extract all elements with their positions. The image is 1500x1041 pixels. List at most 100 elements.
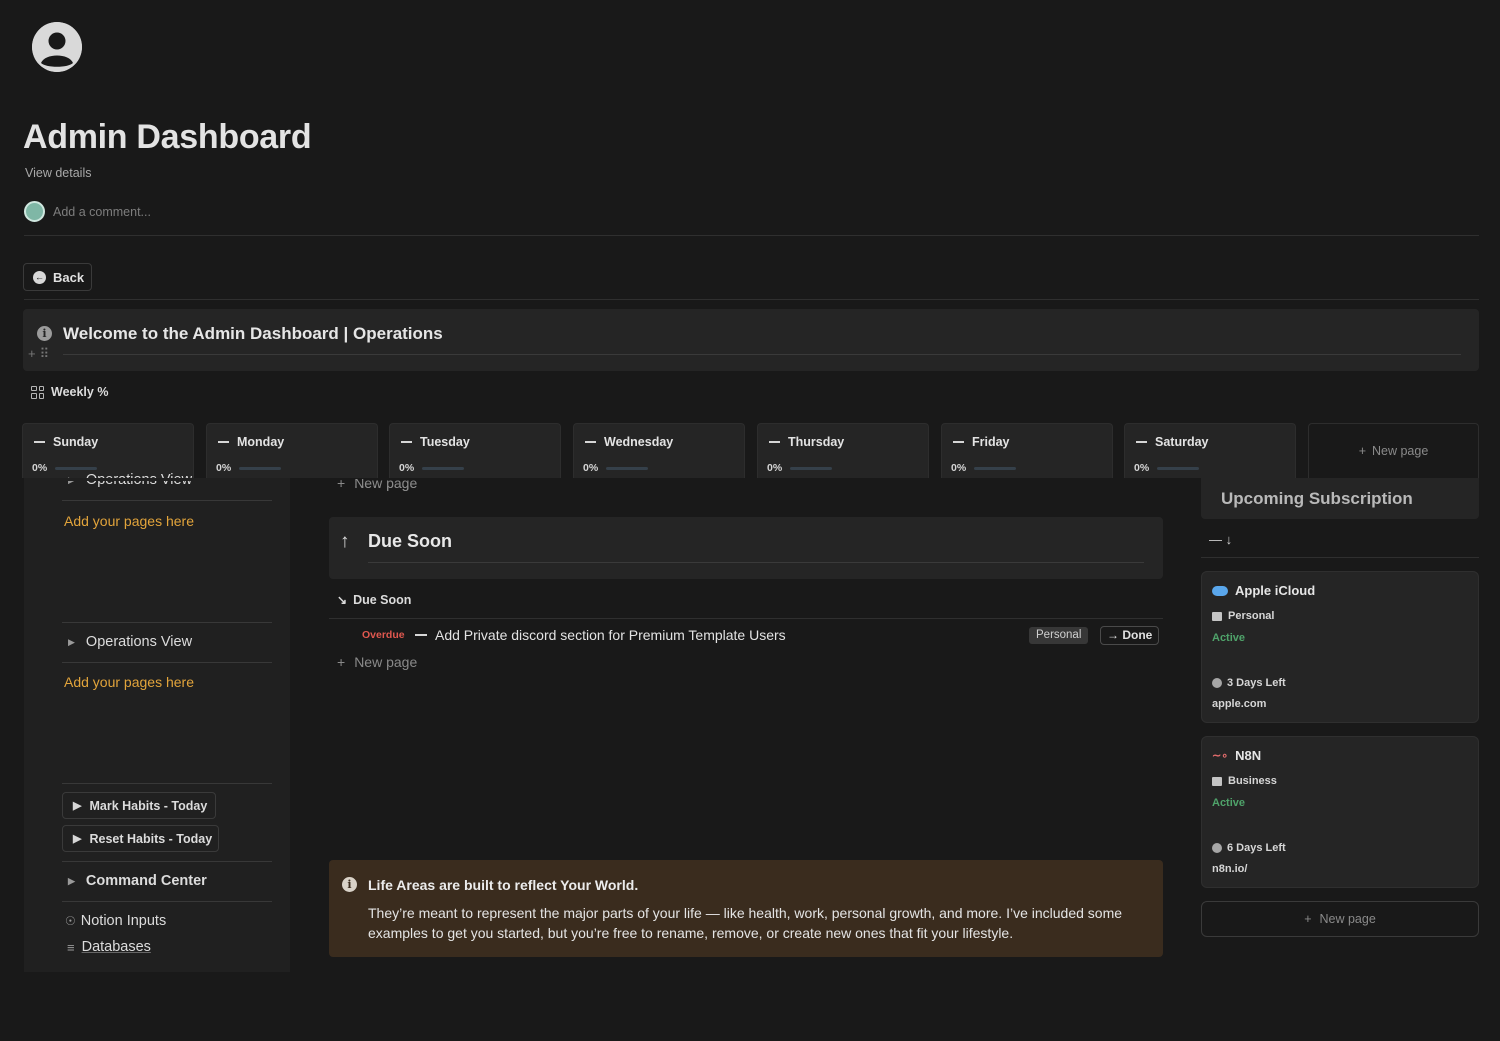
weekly-new-page-button[interactable]: + New page [1308,423,1479,478]
new-page-row-bottom[interactable]: + New page [337,654,417,670]
days-left: 6 Days Left [1227,842,1286,854]
notion-inputs-label: Notion Inputs [80,913,167,929]
day-name: Monday [237,435,285,449]
notion-inputs-link[interactable]: ☉ Notion Inputs [65,913,166,929]
weekly-view-tab[interactable]: Weekly % [31,385,108,399]
day-name: Saturday [1155,435,1209,449]
subscription-name: Apple iCloud [1235,583,1316,598]
toggle-command-center[interactable]: ▶ Command Center [68,873,207,889]
databases-label: Databases [81,939,151,955]
task-row[interactable]: Overdue Add Private discord section for … [329,624,1163,648]
dash-icon [585,441,596,443]
briefcase-icon [1212,611,1222,621]
databases-link[interactable]: ≡ Databases [67,939,151,955]
dash-icon [953,441,964,443]
day-card-saturday[interactable]: Saturday 0% [1124,423,1296,478]
day-percent: 0% [583,462,599,474]
overdue-badge: Overdue [362,629,405,641]
weekly-view-label: Weekly % [51,385,109,399]
add-pages-link-2[interactable]: Add your pages here [64,674,194,690]
back-button[interactable]: ← Back [23,263,92,291]
subscription-type: Personal [1228,610,1275,622]
day-name: Wednesday [604,435,674,449]
subscription-new-page-button[interactable]: + New page [1201,901,1479,937]
progress-bar [790,466,833,470]
arrow-up-icon: ↑ [340,531,350,552]
page-icon-avatar[interactable] [32,22,82,72]
life-areas-title: Life Areas are built to reflect Your Wor… [368,877,639,893]
day-name: Tuesday [420,435,470,449]
day-name: Sunday [53,435,99,449]
cloud-icon [1212,585,1228,596]
life-areas-body: They’re meant to represent the major par… [368,905,1123,941]
day-name: Thursday [788,435,845,449]
arrow-left-circle-icon: ← [33,270,46,284]
dash-icon [34,441,45,443]
info-icon: i [342,877,357,892]
day-percent: 0% [1134,462,1150,474]
play-icon: ▶ [73,833,82,845]
divider [62,500,272,501]
triangle-right-icon: ▶ [68,636,75,647]
block-drag-handle-icon[interactable]: +⠿ [28,346,53,362]
progress-bar [606,466,649,470]
dash-icon [1136,441,1147,443]
callout-divider [63,354,1461,355]
day-card-tuesday[interactable]: Tuesday 0% [389,423,561,478]
toggle-operations-view-2[interactable]: ▶ Operations View [68,634,192,650]
add-pages-link-1[interactable]: Add your pages here [64,513,194,529]
subscription-url[interactable]: apple.com [1212,698,1266,710]
view-details-link[interactable]: View details [25,166,91,180]
day-percent: 0% [951,462,967,474]
subscription-name: N8N [1235,748,1262,763]
user-avatar [24,201,45,222]
n8n-icon: ∼∘ [1212,750,1229,762]
divider [1201,557,1479,558]
due-soon-view-tab[interactable]: ↘ Due Soon [337,593,411,607]
new-page-label: New page [1319,912,1376,926]
day-percent: 0% [399,462,415,474]
day-card-friday[interactable]: Friday 0% [941,423,1113,478]
divider [24,235,1479,236]
welcome-callout-title: Welcome to the Admin Dashboard | Operati… [63,324,443,343]
day-card-monday[interactable]: Monday 0% [206,423,378,478]
subscription-url[interactable]: n8n.io/ [1212,863,1247,875]
timer-icon [1212,678,1222,688]
comment-input[interactable]: Add a comment... [53,205,151,219]
divider [62,901,272,902]
task-title: Add Private discord section for Premium … [435,627,786,643]
subscription-status: Active [1212,797,1246,809]
left-sidebar-panel [24,478,290,972]
divider [62,662,272,663]
divider [24,299,1479,300]
day-percent: 0% [767,462,783,474]
day-percent: 0% [216,462,232,474]
day-card-wednesday[interactable]: Wednesday 0% [573,423,745,478]
day-card-thursday[interactable]: Thursday 0% [757,423,929,478]
plus-icon: + [1304,912,1312,926]
reset-habits-button[interactable]: ▶ Reset Habits - Today [62,825,219,852]
divider [62,622,272,623]
subscription-card-n8n[interactable]: ∼∘ N8N Business Active 6 Days Left n8n.io… [1201,736,1479,888]
scroll-mask [329,478,1163,486]
divider [62,861,272,862]
days-left: 3 Days Left [1227,677,1286,689]
gallery-grid-icon [31,385,44,399]
subscription-status: Active [1212,632,1246,644]
divider [329,618,1163,619]
progress-bar [239,466,282,470]
triangle-right-icon: ▶ [68,875,75,886]
day-card-sunday[interactable]: Sunday 0% [22,423,194,478]
plus-icon: + [1358,444,1366,458]
callout-divider [368,562,1144,563]
comment-row[interactable]: Add a comment... [24,201,151,222]
toggle-label: Command Center [85,873,207,889]
sort-indicator[interactable]: — ↓ [1209,532,1232,547]
timer-icon [1212,843,1222,853]
progress-bar [1157,466,1200,470]
plus-icon: + [337,654,346,670]
done-button[interactable]: → Done [1100,626,1160,645]
dash-icon [769,441,780,443]
mark-habits-button[interactable]: ▶ Mark Habits - Today [62,792,216,819]
subscription-card-apple-icloud[interactable]: Apple iCloud Personal Active 3 Days Left… [1201,571,1479,723]
